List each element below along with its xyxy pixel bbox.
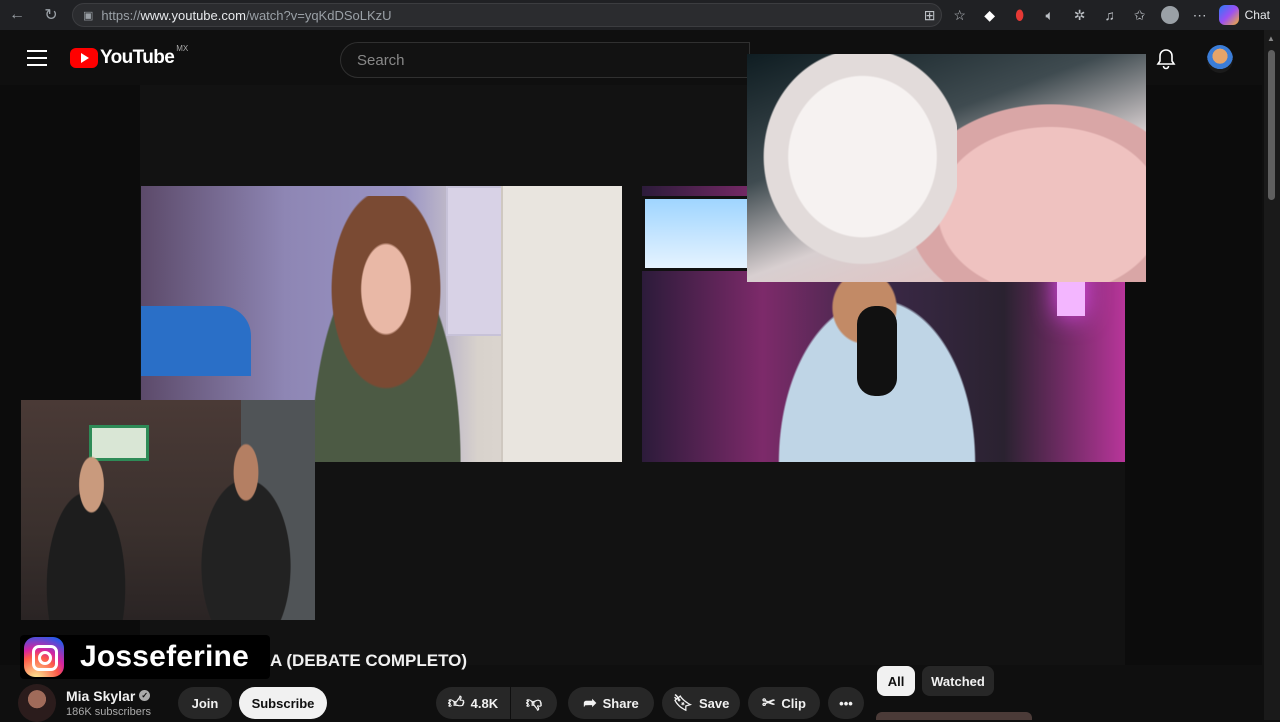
mute-icon[interactable]: 🔈︎: [1039, 4, 1061, 26]
channel-name-row[interactable]: Mia Skylar ✓: [66, 688, 151, 704]
extension-shield-icon[interactable]: ⬮: [1009, 4, 1031, 26]
copilot-icon: [1218, 5, 1239, 25]
menu-icon[interactable]: [27, 50, 47, 71]
extensions-puzzle-icon[interactable]: ✲: [1069, 4, 1091, 26]
chip-all-label: All: [887, 673, 905, 689]
search-input[interactable]: Search: [340, 42, 750, 78]
subscribe-button[interactable]: Subscribe: [239, 687, 327, 719]
join-button[interactable]: Join: [178, 687, 232, 719]
thumbs-up-icon: 👍︎: [447, 694, 465, 712]
share-icon: ➦: [583, 695, 597, 712]
back-icon[interactable]: ←: [4, 2, 30, 28]
account-avatar[interactable]: [1207, 45, 1233, 73]
clip-label: Clip: [781, 695, 806, 711]
subscriber-count: 186K subscribers: [66, 705, 151, 718]
favorites-icon[interactable]: ✩: [1129, 4, 1151, 26]
channel-avatar[interactable]: [18, 683, 56, 722]
verified-icon: ✓: [139, 690, 151, 701]
instagram-icon: [24, 637, 64, 677]
subscribe-label: Subscribe: [251, 695, 315, 711]
scissors-icon: ✂: [762, 695, 776, 712]
channel-info: Mia Skylar ✓ 186K subscribers: [66, 688, 151, 718]
like-button[interactable]: 👍︎ 4.8K: [436, 687, 510, 719]
profile-icon[interactable]: [1159, 4, 1181, 26]
extension-toolbar: ⊞ ☆ ◆ ⬮ 🔈︎ ✲ ♫ ✩ ⋯ Chat: [919, 0, 1280, 30]
scroll-up-icon[interactable]: ▲: [1267, 34, 1275, 43]
chip-watched-label: Watched: [931, 673, 985, 689]
url-path: /watch?v=yqKdDSoLKzU: [245, 7, 392, 23]
share-label: Share: [602, 695, 639, 711]
video-title: A (DEBATE COMPLETO): [270, 651, 468, 670]
cat-video-overlay: [747, 54, 1146, 282]
save-label: Save: [698, 695, 730, 711]
filter-chip-all[interactable]: All: [877, 666, 915, 696]
copilot-chat-button[interactable]: Chat: [1218, 5, 1270, 25]
thumbs-down-icon: 👎︎: [525, 694, 543, 712]
youtube-logo[interactable]: YouTube MX: [70, 43, 189, 69]
browser-toolbar: ← ↻ ▣ https://www.youtube.com/watch?v=yq…: [0, 0, 1280, 30]
more-label: •••: [839, 695, 853, 711]
instagram-handle: Josseferine: [80, 640, 249, 673]
bookmark-icon: 🔖︎: [672, 695, 693, 712]
share-button[interactable]: ➦ Share: [568, 687, 654, 719]
more-menu-icon[interactable]: ⋯: [1189, 4, 1211, 26]
clip-button[interactable]: ✂ Clip: [748, 687, 820, 719]
app-install-icon[interactable]: ⊞: [919, 4, 941, 26]
reload-icon[interactable]: ↻: [38, 2, 64, 28]
more-actions-button[interactable]: •••: [828, 687, 864, 719]
dislike-button[interactable]: 👎︎: [511, 687, 557, 719]
filter-chip-watched[interactable]: Watched: [922, 666, 994, 696]
logo-text: YouTube: [100, 47, 175, 68]
channel-name[interactable]: Mia Skylar: [66, 688, 135, 704]
url-prefix: https://: [101, 7, 141, 23]
reaction-cam-overlay: [21, 400, 315, 620]
extension-diamond-icon[interactable]: ◆: [979, 4, 1001, 26]
search-placeholder: Search: [357, 51, 405, 69]
music-icon[interactable]: ♫: [1099, 4, 1121, 26]
scrollbar-thumb[interactable]: [1268, 50, 1275, 200]
save-button[interactable]: 🔖︎ Save: [662, 687, 740, 719]
favorite-star-icon[interactable]: ☆: [949, 4, 971, 26]
page-scrollbar[interactable]: ▲: [1264, 30, 1280, 720]
url-domain: www.youtube.com: [140, 7, 246, 23]
join-label: Join: [191, 695, 219, 711]
channel-owner: Mia Skylar ✓ 186K subscribers: [18, 683, 151, 722]
lock-icon: ▣: [83, 9, 94, 22]
notifications-bell-icon[interactable]: [1156, 48, 1176, 70]
recommended-video-thumbnail[interactable]: [876, 712, 1032, 720]
like-count: 4.8K: [470, 695, 499, 711]
instagram-overlay-badge: Josseferine: [20, 635, 270, 679]
address-bar[interactable]: ▣ https://www.youtube.com/watch?v=yqKdDS…: [72, 3, 942, 27]
chat-label: Chat: [1244, 8, 1270, 22]
play-logo-icon: [70, 48, 98, 68]
country-code: MX: [176, 43, 189, 53]
